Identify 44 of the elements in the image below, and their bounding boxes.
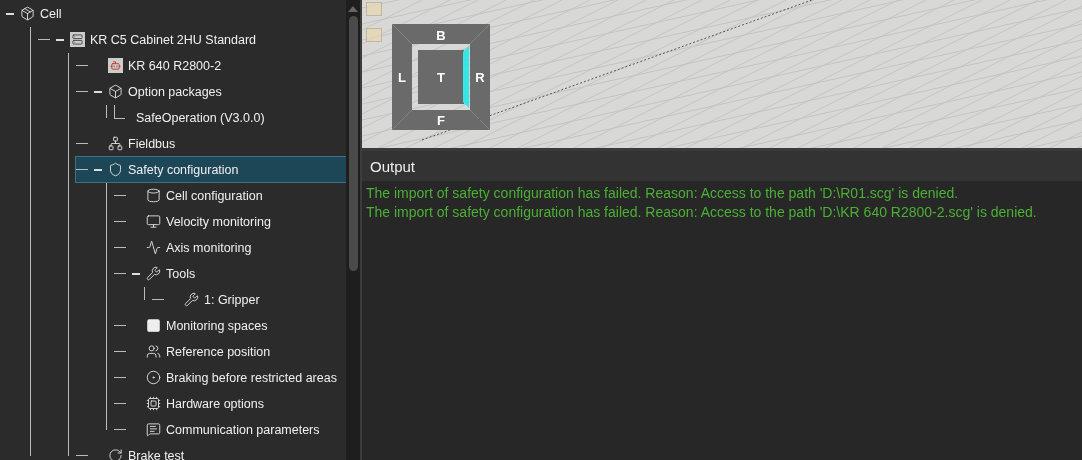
left-face-label[interactable]: L xyxy=(398,70,406,85)
tree-item[interactable]: Fieldbus xyxy=(76,131,346,156)
monitor-icon xyxy=(146,214,161,229)
front-face-label[interactable]: F xyxy=(437,113,445,128)
back-face-label[interactable]: B xyxy=(436,28,446,43)
message-icon xyxy=(146,422,161,437)
view-cube-drawing[interactable]: B L T R F xyxy=(392,24,492,132)
tree-item[interactable]: SafeOperation (V3.0.0) xyxy=(114,105,346,130)
tree-item[interactable]: Reference position xyxy=(114,339,346,364)
scrollbar[interactable] xyxy=(346,0,360,460)
shield-icon xyxy=(108,162,123,177)
tree-item[interactable]: Brake test xyxy=(76,443,346,460)
circle-icon xyxy=(146,370,161,385)
tree-item[interactable]: Monitoring spaces xyxy=(114,313,346,338)
people-icon xyxy=(146,344,161,359)
log-line: The import of safety configuration has failed. Reason: Access to the path 'D:\R01.scg' is denied. xyxy=(366,185,960,201)
tree-item[interactable]: Velocity monitoring xyxy=(114,209,346,234)
chip-icon xyxy=(146,396,161,411)
tool-icon xyxy=(146,266,161,281)
tree-item[interactable]: Braking before restricted areas xyxy=(114,365,346,390)
tree-item[interactable]: Cell configuration xyxy=(114,183,346,208)
panel-title: Output xyxy=(370,157,416,175)
tree-item[interactable]: Communication parameters xyxy=(114,417,346,442)
tree-item[interactable]: Tools xyxy=(114,261,346,286)
network-icon xyxy=(108,136,123,151)
tree-item[interactable]: Axis monitoring xyxy=(114,235,346,260)
tree-item[interactable]: Cell xyxy=(0,1,346,26)
tree-item[interactable]: KR C5 Cabinet 2HU Standard xyxy=(38,27,346,52)
tool-icon xyxy=(184,292,199,307)
log-line: The import of safety configuration has failed. Reason: Access to the path 'D:\KR 640 R2800-2.scg' is denied. xyxy=(366,204,1038,220)
tree-item[interactable]: KR 640 R2800-2 xyxy=(76,53,346,78)
right-face-label[interactable]: R xyxy=(475,70,485,85)
robot-arm-icon xyxy=(108,58,123,73)
tree-item[interactable]: Safety configuration xyxy=(76,157,346,182)
cabinet-icon xyxy=(70,32,85,47)
cylinder-icon xyxy=(146,188,161,203)
screen-icon xyxy=(146,318,161,333)
3d-viewport[interactable]: B L T R F xyxy=(362,0,1082,151)
tree-item[interactable]: 1: Gripper xyxy=(152,287,346,312)
tree-item[interactable]: Option packages xyxy=(76,79,346,104)
cube-stack-icon xyxy=(20,6,35,21)
rotate-icon xyxy=(108,448,123,460)
tree-item[interactable]: Hardware options xyxy=(114,391,346,416)
top-face-label[interactable]: T xyxy=(437,70,445,85)
